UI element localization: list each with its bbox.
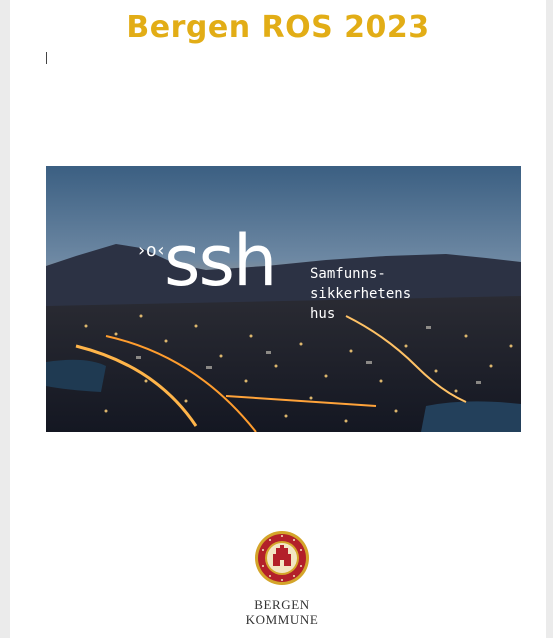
ssh-logo-word: ssh [164, 220, 277, 302]
document-page: Bergen ROS 2023 ›o‹ ssh Samfunns- sikker… [10, 0, 546, 638]
org-line: KOMMUNE [245, 612, 319, 627]
ssh-tagline: Samfunns- sikkerhetens hus [310, 264, 411, 324]
ssh-logo-mark: ›o‹ [136, 240, 166, 261]
tagline-line: sikkerhetens [310, 286, 412, 302]
bergen-seal-icon [254, 530, 310, 586]
hero-image[interactable]: ›o‹ ssh Samfunns- sikkerhetens hus [46, 166, 521, 432]
org-line: BERGEN [254, 597, 310, 612]
organization-name: BERGEN KOMMUNE [210, 597, 354, 627]
bergen-night-photo [46, 166, 521, 432]
tagline-line: hus [310, 306, 336, 322]
text-cursor [46, 52, 47, 64]
tagline-line: Samfunns- [310, 266, 386, 282]
document-title: Bergen ROS 2023 [126, 10, 430, 45]
